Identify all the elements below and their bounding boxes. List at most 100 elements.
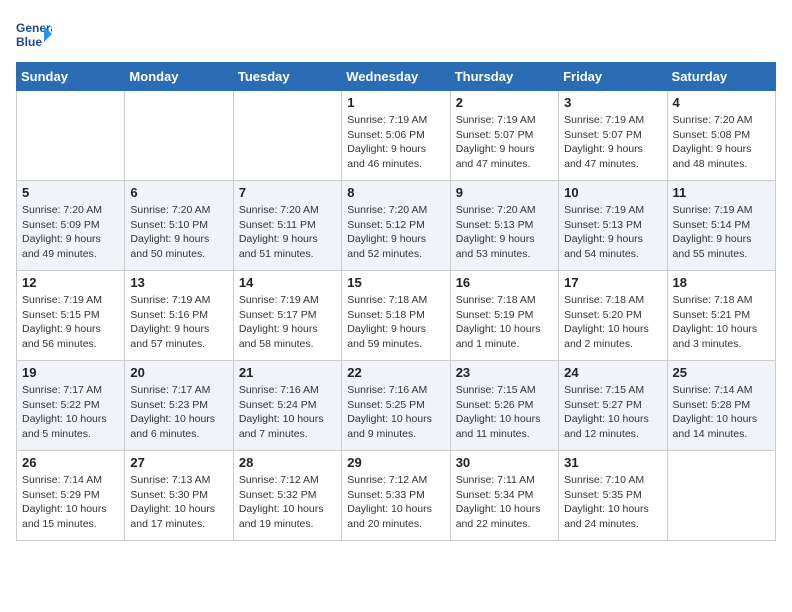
calendar-table: SundayMondayTuesdayWednesdayThursdayFrid… [16, 62, 776, 541]
calendar-cell: 24 Sunrise: 7:15 AM Sunset: 5:27 PM Dayli… [559, 361, 667, 451]
day-info: Sunrise: 7:20 AM Sunset: 5:11 PM Dayligh… [239, 203, 336, 262]
calendar-cell: 21Sunrise: 7:16 AM Sunset: 5:24 PM Dayli… [233, 361, 341, 451]
day-info: Sunrise: 7:14 AM Sunset: 5:29 PM Dayligh… [22, 473, 119, 532]
day-number: 2 [456, 95, 553, 110]
day-info: Sunrise: 7:18 AM Sunset: 5:20 PM Dayligh… [564, 293, 661, 352]
day-number: 16 [456, 275, 553, 290]
day-number: 17 [564, 275, 661, 290]
day-number: 27 [130, 455, 227, 470]
day-info: Sunrise: 7:15 AM Sunset: 5:27 PM Dayligh… [564, 383, 661, 442]
day-number: 11 [673, 185, 770, 200]
calendar-cell: 3 Sunrise: 7:19 AM Sunset: 5:07 PM Daylig… [559, 91, 667, 181]
day-number: 26 [22, 455, 119, 470]
day-number: 6 [130, 185, 227, 200]
day-info: Sunrise: 7:20 AM Sunset: 5:09 PM Dayligh… [22, 203, 119, 262]
day-info: Sunrise: 7:19 AM Sunset: 5:13 PM Dayligh… [564, 203, 661, 262]
calendar-cell: 25Sunrise: 7:14 AM Sunset: 5:28 PM Dayli… [667, 361, 775, 451]
day-header-sunday: Sunday [17, 63, 125, 91]
logo-text-block: General Blue [16, 16, 52, 52]
day-info: Sunrise: 7:19 AM Sunset: 5:14 PM Dayligh… [673, 203, 770, 262]
day-info: Sunrise: 7:11 AM Sunset: 5:34 PM Dayligh… [456, 473, 553, 532]
svg-text:Blue: Blue [16, 35, 42, 49]
calendar-cell: 15 Sunrise: 7:18 AM Sunset: 5:18 PM Dayli… [342, 271, 450, 361]
day-number: 30 [456, 455, 553, 470]
day-info: Sunrise: 7:20 AM Sunset: 5:13 PM Dayligh… [456, 203, 553, 262]
day-number: 13 [130, 275, 227, 290]
day-header-friday: Friday [559, 63, 667, 91]
day-info: Sunrise: 7:10 AM Sunset: 5:35 PM Dayligh… [564, 473, 661, 532]
calendar-cell: 19 Sunrise: 7:17 AM Sunset: 5:22 PM Dayli… [17, 361, 125, 451]
calendar-header-row: SundayMondayTuesdayWednesdayThursdayFrid… [17, 63, 776, 91]
calendar-cell: 20 Sunrise: 7:17 AM Sunset: 5:23 PM Dayli… [125, 361, 233, 451]
calendar-cell: 17 Sunrise: 7:18 AM Sunset: 5:20 PM Dayli… [559, 271, 667, 361]
day-header-monday: Monday [125, 63, 233, 91]
calendar-cell: 18Sunrise: 7:18 AM Sunset: 5:21 PM Dayli… [667, 271, 775, 361]
day-header-saturday: Saturday [667, 63, 775, 91]
day-info: Sunrise: 7:17 AM Sunset: 5:23 PM Dayligh… [130, 383, 227, 442]
calendar-cell: 22Sunrise: 7:16 AM Sunset: 5:25 PM Dayli… [342, 361, 450, 451]
day-number: 7 [239, 185, 336, 200]
calendar-cell: 10 Sunrise: 7:19 AM Sunset: 5:13 PM Dayli… [559, 181, 667, 271]
calendar-cell: 5 Sunrise: 7:20 AM Sunset: 5:09 PM Daylig… [17, 181, 125, 271]
day-number: 1 [347, 95, 444, 110]
calendar-week-row: 12Sunrise: 7:19 AM Sunset: 5:15 PM Dayli… [17, 271, 776, 361]
day-info: Sunrise: 7:18 AM Sunset: 5:18 PM Dayligh… [347, 293, 444, 352]
day-header-thursday: Thursday [450, 63, 558, 91]
calendar-cell: 8 Sunrise: 7:20 AM Sunset: 5:12 PM Daylig… [342, 181, 450, 271]
day-info: Sunrise: 7:19 AM Sunset: 5:15 PM Dayligh… [22, 293, 119, 352]
day-number: 28 [239, 455, 336, 470]
calendar-week-row: 19 Sunrise: 7:17 AM Sunset: 5:22 PM Dayli… [17, 361, 776, 451]
day-info: Sunrise: 7:18 AM Sunset: 5:19 PM Dayligh… [456, 293, 553, 352]
page-header: General Blue [16, 16, 776, 52]
day-header-tuesday: Tuesday [233, 63, 341, 91]
day-number: 25 [673, 365, 770, 380]
day-info: Sunrise: 7:12 AM Sunset: 5:32 PM Dayligh… [239, 473, 336, 532]
day-number: 14 [239, 275, 336, 290]
day-number: 19 [22, 365, 119, 380]
day-header-wednesday: Wednesday [342, 63, 450, 91]
day-number: 24 [564, 365, 661, 380]
day-number: 10 [564, 185, 661, 200]
calendar-cell: 29 Sunrise: 7:12 AM Sunset: 5:33 PM Dayli… [342, 451, 450, 541]
day-number: 18 [673, 275, 770, 290]
day-number: 3 [564, 95, 661, 110]
day-info: Sunrise: 7:19 AM Sunset: 5:06 PM Dayligh… [347, 113, 444, 172]
day-number: 31 [564, 455, 661, 470]
calendar-cell: 12Sunrise: 7:19 AM Sunset: 5:15 PM Dayli… [17, 271, 125, 361]
day-info: Sunrise: 7:16 AM Sunset: 5:24 PM Dayligh… [239, 383, 336, 442]
calendar-cell [17, 91, 125, 181]
calendar-cell: 9Sunrise: 7:20 AM Sunset: 5:13 PM Daylig… [450, 181, 558, 271]
calendar-cell: 26 Sunrise: 7:14 AM Sunset: 5:29 PM Dayli… [17, 451, 125, 541]
calendar-cell [233, 91, 341, 181]
day-number: 5 [22, 185, 119, 200]
day-info: Sunrise: 7:17 AM Sunset: 5:22 PM Dayligh… [22, 383, 119, 442]
calendar-cell: 14 Sunrise: 7:19 AM Sunset: 5:17 PM Dayli… [233, 271, 341, 361]
calendar-cell: 31 Sunrise: 7:10 AM Sunset: 5:35 PM Dayli… [559, 451, 667, 541]
calendar-cell: 7 Sunrise: 7:20 AM Sunset: 5:11 PM Daylig… [233, 181, 341, 271]
calendar-cell: 28 Sunrise: 7:12 AM Sunset: 5:32 PM Dayli… [233, 451, 341, 541]
day-info: Sunrise: 7:15 AM Sunset: 5:26 PM Dayligh… [456, 383, 553, 442]
day-info: Sunrise: 7:20 AM Sunset: 5:10 PM Dayligh… [130, 203, 227, 262]
day-number: 4 [673, 95, 770, 110]
calendar-cell: 6 Sunrise: 7:20 AM Sunset: 5:10 PM Daylig… [125, 181, 233, 271]
calendar-cell: 11 Sunrise: 7:19 AM Sunset: 5:14 PM Dayli… [667, 181, 775, 271]
day-number: 20 [130, 365, 227, 380]
logo: General Blue [16, 16, 52, 52]
day-info: Sunrise: 7:20 AM Sunset: 5:12 PM Dayligh… [347, 203, 444, 262]
calendar-cell: 13Sunrise: 7:19 AM Sunset: 5:16 PM Dayli… [125, 271, 233, 361]
day-info: Sunrise: 7:19 AM Sunset: 5:17 PM Dayligh… [239, 293, 336, 352]
calendar-week-row: 26 Sunrise: 7:14 AM Sunset: 5:29 PM Dayli… [17, 451, 776, 541]
day-info: Sunrise: 7:16 AM Sunset: 5:25 PM Dayligh… [347, 383, 444, 442]
logo-svg: General Blue [16, 16, 52, 52]
calendar-cell: 2 Sunrise: 7:19 AM Sunset: 5:07 PM Daylig… [450, 91, 558, 181]
day-info: Sunrise: 7:19 AM Sunset: 5:07 PM Dayligh… [456, 113, 553, 172]
day-number: 8 [347, 185, 444, 200]
calendar-cell [125, 91, 233, 181]
calendar-cell: 30 Sunrise: 7:11 AM Sunset: 5:34 PM Dayli… [450, 451, 558, 541]
day-info: Sunrise: 7:13 AM Sunset: 5:30 PM Dayligh… [130, 473, 227, 532]
calendar-cell [667, 451, 775, 541]
day-info: Sunrise: 7:12 AM Sunset: 5:33 PM Dayligh… [347, 473, 444, 532]
day-number: 29 [347, 455, 444, 470]
day-info: Sunrise: 7:19 AM Sunset: 5:07 PM Dayligh… [564, 113, 661, 172]
day-number: 15 [347, 275, 444, 290]
